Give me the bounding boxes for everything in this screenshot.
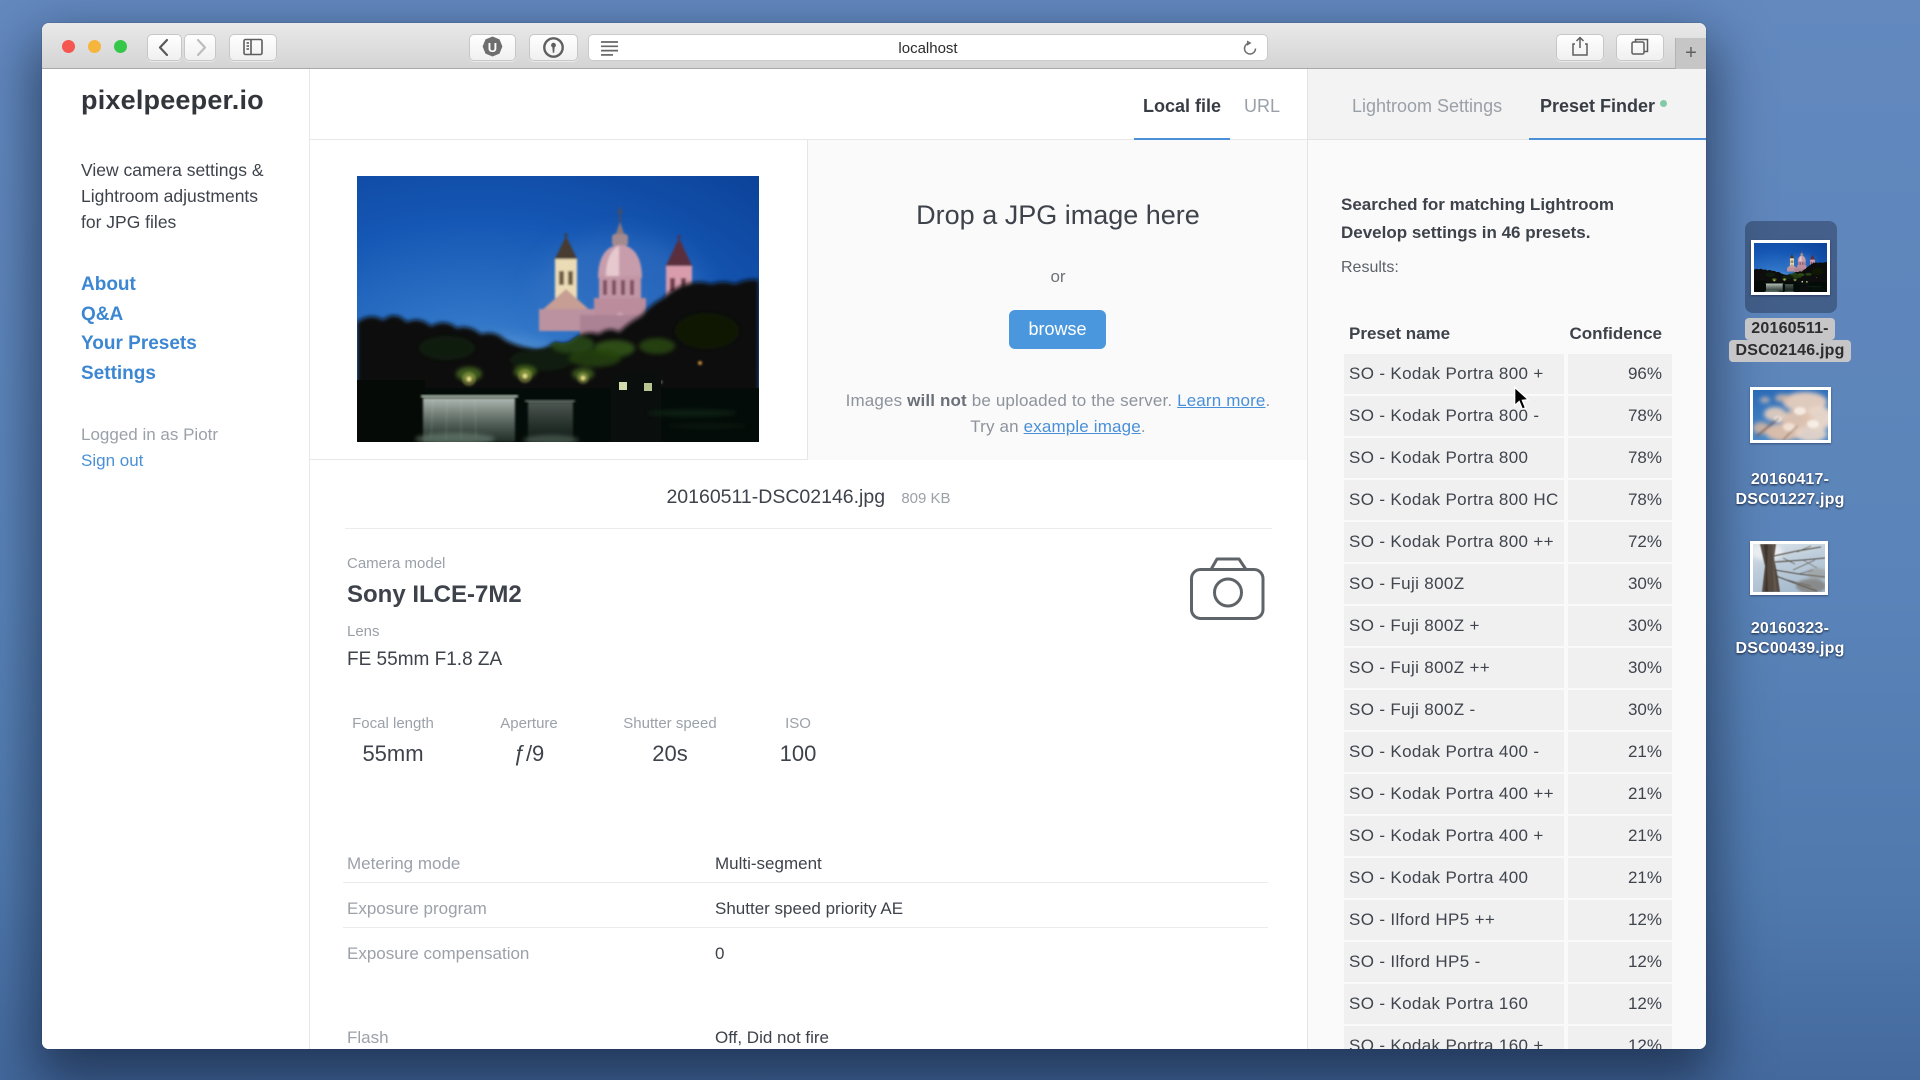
svg-text:U: U — [488, 40, 497, 55]
